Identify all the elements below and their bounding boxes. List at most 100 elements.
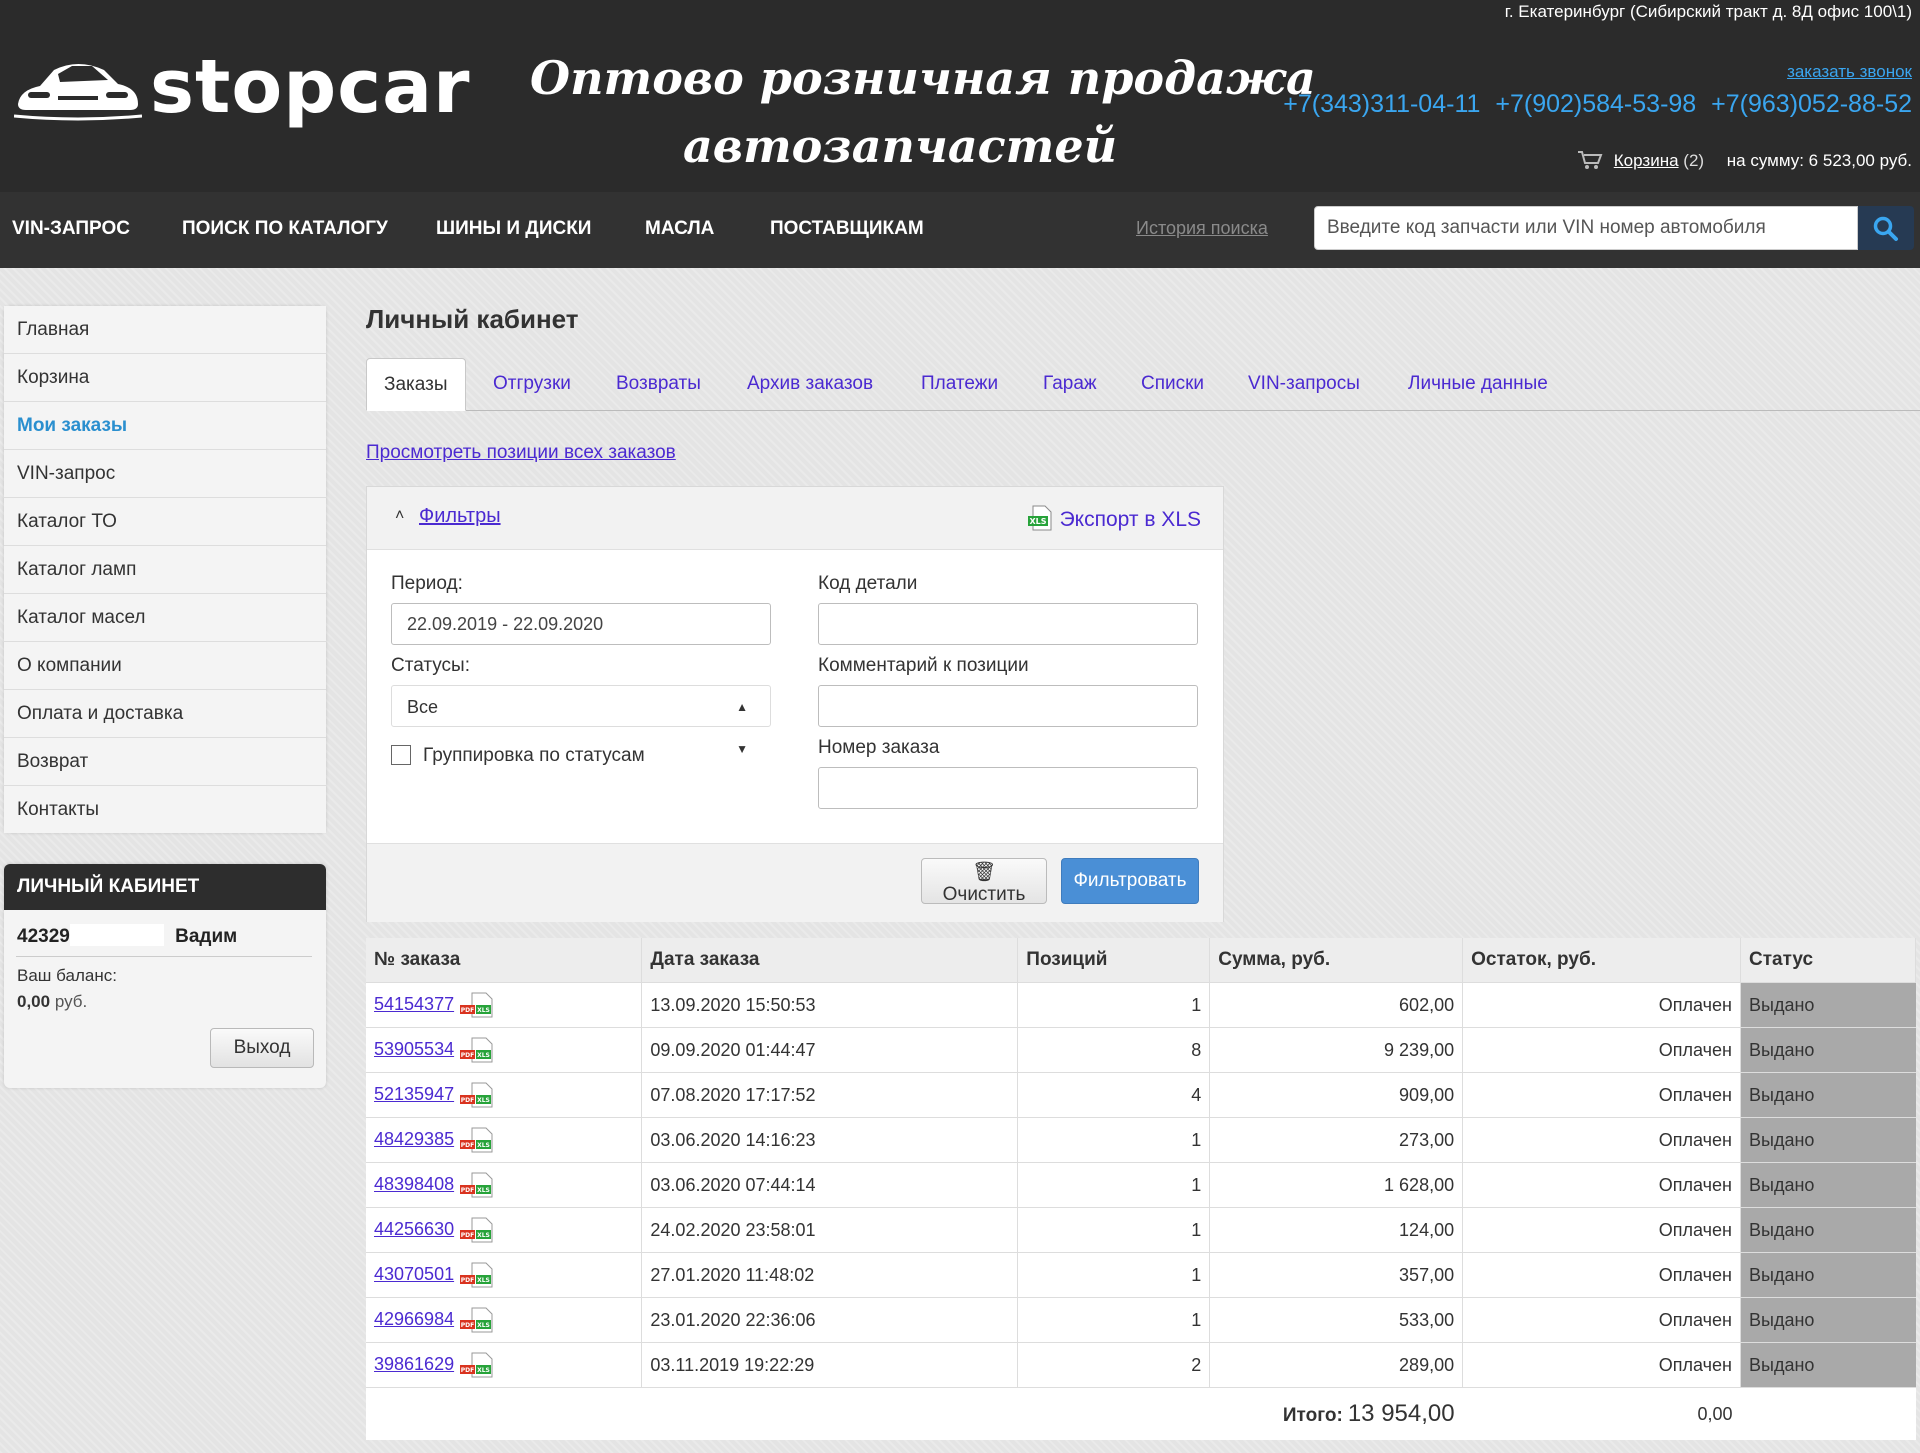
- export-xls-button[interactable]: XLS Экспорт в XLS: [1027, 505, 1201, 532]
- total-sum: 13 954,00: [1347, 1400, 1455, 1427]
- chevron-up-icon[interactable]: ˄: [395, 507, 404, 525]
- period-input[interactable]: [391, 603, 771, 645]
- column-header-status[interactable]: Статус: [1740, 938, 1916, 983]
- group-by-status-checkbox[interactable]: [391, 745, 411, 765]
- logout-button[interactable]: Выход: [210, 1028, 314, 1068]
- cart-link[interactable]: Корзина: [1614, 151, 1679, 170]
- order-link[interactable]: 53905534: [374, 1039, 454, 1059]
- statuses-select[interactable]: Все ▲ ▼: [391, 685, 771, 756]
- column-header-remainder[interactable]: Остаток, руб.: [1462, 938, 1741, 983]
- pdf-xls-download-icon[interactable]: PDF XLS: [460, 1307, 494, 1333]
- sidebar-item-cart[interactable]: Корзина: [4, 354, 326, 402]
- order-date-cell: 03.11.2019 19:22:29: [641, 1342, 1019, 1388]
- search-history-link[interactable]: История поиска: [1136, 218, 1268, 239]
- remainder-cell: Оплачен: [1462, 982, 1741, 1028]
- pdf-xls-download-icon[interactable]: PDF XLS: [460, 1217, 494, 1243]
- tab-shipments[interactable]: Отгрузки: [493, 358, 571, 410]
- order-link[interactable]: 48398408: [374, 1174, 454, 1194]
- svg-text:XLS: XLS: [477, 1367, 490, 1374]
- nav-catalog-search[interactable]: ПОИСК ПО КАТАЛОГУ: [182, 218, 388, 240]
- cart-summary: Корзина (2) на сумму: 6 523,00 руб.: [1577, 150, 1912, 171]
- phone-number[interactable]: +7(343)311-04-11: [1283, 90, 1480, 118]
- filters-toggle[interactable]: Фильтры: [419, 505, 501, 528]
- balance-currency: руб.: [54, 992, 88, 1011]
- order-link[interactable]: 39861629: [374, 1354, 454, 1374]
- sidebar-item-oil-catalog[interactable]: Каталог масел: [4, 594, 326, 642]
- phone-number[interactable]: +7(902)584-53-98: [1495, 90, 1696, 118]
- cart-icon[interactable]: [1577, 150, 1603, 170]
- status-cell: Выдано: [1740, 1342, 1916, 1388]
- tab-personal-data[interactable]: Личные данные: [1408, 358, 1548, 410]
- balance-label: Ваш баланс:: [17, 966, 117, 985]
- nav-oils[interactable]: МАСЛА: [645, 218, 714, 240]
- total-spacer: [1740, 1387, 1916, 1440]
- status-cell: Выдано: [1740, 1072, 1916, 1118]
- filter-panel: ˄ Фильтры XLS Экспорт в XLS Период: Стат…: [366, 486, 1224, 922]
- view-all-positions-link[interactable]: Просмотреть позиции всех заказов: [366, 442, 676, 464]
- tab-vin-requests[interactable]: VIN-запросы: [1248, 358, 1360, 410]
- part-code-input[interactable]: [818, 603, 1198, 645]
- tab-returns[interactable]: Возвраты: [616, 358, 701, 410]
- sidebar-item-service-catalog[interactable]: Каталог ТО: [4, 498, 326, 546]
- part-search-input[interactable]: [1314, 206, 1858, 250]
- sidebar-item-my-orders[interactable]: Мои заказы: [4, 402, 326, 450]
- status-cell: Выдано: [1740, 1027, 1916, 1073]
- pdf-xls-download-icon[interactable]: PDF XLS: [460, 1262, 494, 1288]
- order-link[interactable]: 48429385: [374, 1129, 454, 1149]
- column-header-order-number[interactable]: № заказа: [366, 938, 643, 983]
- search-button[interactable]: [1858, 206, 1914, 250]
- pdf-xls-download-icon[interactable]: PDF XLS: [460, 1037, 494, 1063]
- svg-text:XLS: XLS: [477, 1322, 490, 1329]
- nav-suppliers[interactable]: ПОСТАВЩИКАМ: [770, 218, 924, 240]
- account-user: 42329 Вадим: [17, 924, 237, 948]
- account-user-name: Вадим: [175, 926, 238, 947]
- remainder-cell: Оплачен: [1462, 1162, 1741, 1208]
- pdf-xls-download-icon[interactable]: PDF XLS: [460, 1127, 494, 1153]
- order-number-cell: 52135947 PDF XLS: [366, 1072, 643, 1118]
- total-spacer: [641, 1387, 1018, 1440]
- order-link[interactable]: 44256630: [374, 1219, 454, 1239]
- sidebar-item-about[interactable]: О компании: [4, 642, 326, 690]
- stopcar-logo[interactable]: stopcar: [14, 44, 470, 130]
- column-header-sum[interactable]: Сумма, руб.: [1209, 938, 1464, 983]
- tab-orders[interactable]: Заказы: [366, 358, 466, 411]
- sum-cell: 602,00: [1209, 982, 1464, 1028]
- tab-payments[interactable]: Платежи: [921, 358, 998, 410]
- sidebar-item-vin-request[interactable]: VIN-запрос: [4, 450, 326, 498]
- pdf-xls-download-icon[interactable]: PDF XLS: [460, 1082, 494, 1108]
- pdf-xls-download-icon[interactable]: PDF XLS: [460, 1352, 494, 1378]
- pdf-xls-download-icon[interactable]: PDF XLS: [460, 992, 494, 1018]
- tab-order-archive[interactable]: Архив заказов: [747, 358, 873, 410]
- tab-garage[interactable]: Гараж: [1043, 358, 1097, 410]
- sidebar-item-home[interactable]: Главная: [4, 306, 326, 354]
- clear-filters-button[interactable]: 🗑︎ Очистить: [921, 858, 1047, 905]
- sidebar-item-contacts[interactable]: Контакты: [4, 786, 326, 833]
- group-by-status-label: Группировка по статусам: [423, 745, 645, 766]
- order-link[interactable]: 52135947: [374, 1084, 454, 1104]
- column-header-positions[interactable]: Позиций: [1017, 938, 1211, 983]
- phone-number[interactable]: +7(963)052-88-52: [1711, 90, 1912, 118]
- order-link[interactable]: 43070501: [374, 1264, 454, 1284]
- order-link[interactable]: 54154377: [374, 994, 454, 1014]
- column-header-order-date[interactable]: Дата заказа: [641, 938, 1019, 983]
- table-row: 44256630 PDF XLS 24.02.2020 23:58:01 1 124,00…: [366, 1207, 1916, 1253]
- sidebar-item-payment-delivery[interactable]: Оплата и доставка: [4, 690, 326, 738]
- callback-link[interactable]: заказать звонок: [1787, 62, 1912, 82]
- table-total-row: Итого: 13 954,00 0,00: [366, 1387, 1916, 1440]
- sidebar-item-returns[interactable]: Возврат: [4, 738, 326, 786]
- sidebar-item-lamp-catalog[interactable]: Каталог ламп: [4, 546, 326, 594]
- nav-tires-wheels[interactable]: ШИНЫ И ДИСКИ: [436, 218, 591, 240]
- apply-filter-button[interactable]: Фильтровать: [1061, 858, 1199, 904]
- order-number-input[interactable]: [818, 767, 1198, 809]
- positions-cell: 2: [1017, 1342, 1211, 1388]
- page-title: Личный кабинет: [366, 304, 579, 334]
- order-date-cell: 24.02.2020 23:58:01: [641, 1207, 1019, 1253]
- order-link[interactable]: 42966984: [374, 1309, 454, 1329]
- comment-input[interactable]: [818, 685, 1198, 727]
- tagline-line-2: автозапчастей: [682, 119, 1118, 173]
- site-header: stopcar Оптово розничная продажа автозап…: [0, 0, 1920, 192]
- nav-vin-request[interactable]: VIN-ЗАПРОС: [12, 218, 130, 240]
- pdf-xls-download-icon[interactable]: PDF XLS: [460, 1172, 494, 1198]
- order-date-cell: 27.01.2020 11:48:02: [641, 1252, 1019, 1298]
- tab-lists[interactable]: Списки: [1141, 358, 1204, 410]
